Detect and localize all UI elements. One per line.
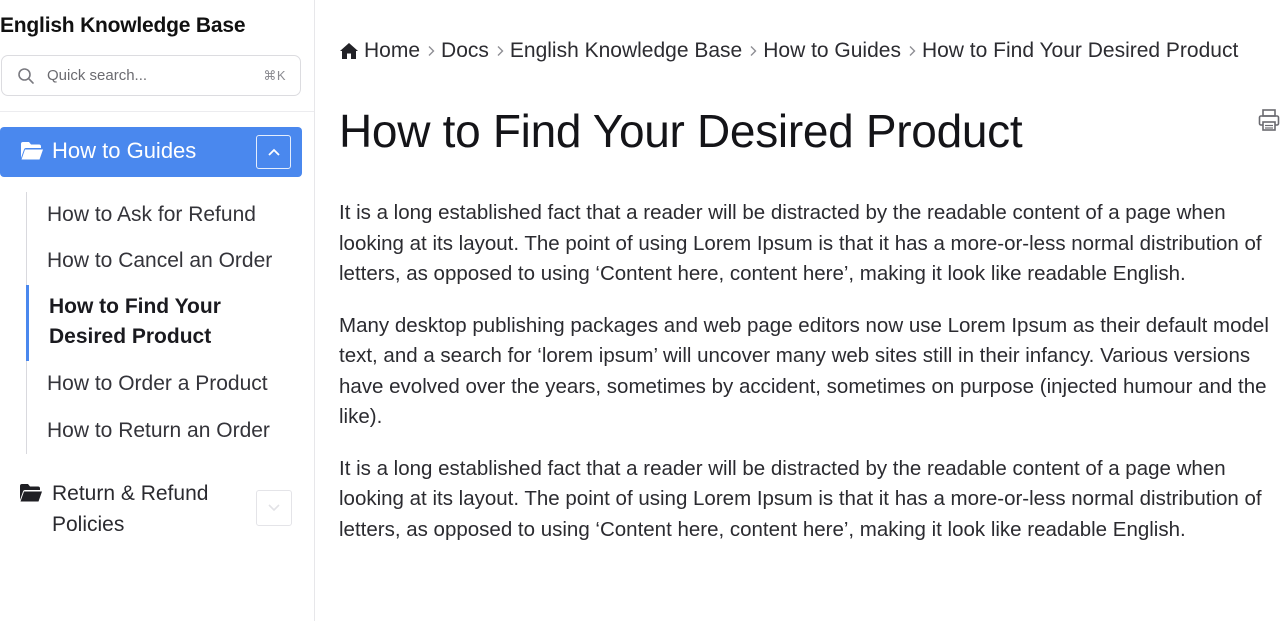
- sidebar-item-find-product[interactable]: How to Find Your Desired Product: [49, 292, 289, 352]
- sidebar-divider: [0, 111, 314, 112]
- chevron-right-icon: [750, 46, 757, 56]
- quick-search-box[interactable]: Quick search... ⌘K: [1, 55, 301, 96]
- chevron-right-icon: [428, 46, 435, 56]
- chevron-right-icon: [909, 46, 916, 56]
- category-how-to-guides[interactable]: How to Guides: [0, 127, 302, 177]
- chevron-up-icon: [267, 148, 280, 156]
- sidebar-item-return-order[interactable]: How to Return an Order: [47, 416, 270, 446]
- sidebar-item-ask-refund[interactable]: How to Ask for Refund: [47, 200, 256, 230]
- search-placeholder: Quick search...: [47, 67, 148, 84]
- category-label: Return & Refund Policies: [52, 482, 209, 536]
- search-shortcut-hint: ⌘K: [263, 68, 286, 83]
- article-paragraph: Many desktop publishing packages and web…: [339, 313, 1269, 429]
- printer-icon[interactable]: [1258, 108, 1280, 132]
- breadcrumb-knowledge-base[interactable]: English Knowledge Base: [510, 39, 742, 63]
- category-return-refund-policies[interactable]: Return & Refund Policies: [0, 478, 302, 540]
- knowledge-base-title: English Knowledge Base: [0, 14, 246, 37]
- sidebar-item-order-product[interactable]: How to Order a Product: [47, 369, 268, 399]
- sidebar-item-cancel-order[interactable]: How to Cancel an Order: [47, 246, 272, 276]
- home-icon[interactable]: [339, 42, 359, 60]
- category-article-list: How to Ask for Refund How to Cancel an O…: [26, 192, 302, 454]
- chevron-down-icon: [268, 504, 280, 512]
- collapse-category-button[interactable]: [256, 135, 291, 169]
- chevron-right-icon: [497, 46, 504, 56]
- folder-open-icon: [20, 484, 42, 502]
- category-label: How to Guides: [52, 138, 197, 163]
- sidebar: English Knowledge Base Quick search... ⌘…: [0, 0, 315, 621]
- main-content: Home Docs English Knowledge Base How to …: [315, 0, 1280, 621]
- active-item-indicator: [26, 285, 29, 361]
- folder-open-icon: [21, 142, 43, 160]
- article-paragraph: It is a long established fact that a rea…: [339, 201, 1262, 285]
- breadcrumb-current-page: How to Find Your Desired Product: [921, 39, 1239, 62]
- breadcrumb-how-to-guides[interactable]: How to Guides: [763, 39, 901, 63]
- page-title: How to Find Your Desired Product: [339, 105, 1023, 157]
- breadcrumb-docs[interactable]: Docs: [441, 39, 489, 63]
- expand-category-button[interactable]: [256, 490, 292, 526]
- breadcrumb: Home Docs English Knowledge Base How to …: [339, 36, 1238, 66]
- app-root: English Knowledge Base Quick search... ⌘…: [0, 0, 1280, 621]
- article-body: It is a long established fact that a rea…: [339, 198, 1279, 566]
- search-icon: [18, 68, 34, 84]
- article-paragraph: It is a long established fact that a rea…: [339, 456, 1262, 541]
- breadcrumb-home[interactable]: Home: [364, 39, 420, 63]
